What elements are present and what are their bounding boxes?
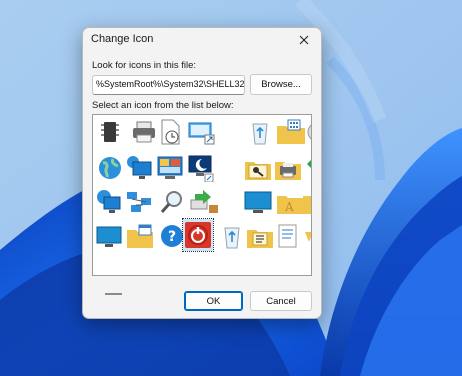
folder-search-icon[interactable]: [241, 153, 275, 183]
power-icon[interactable]: [182, 218, 214, 252]
shortcut-window-icon[interactable]: [185, 117, 219, 147]
globe-icon[interactable]: [93, 153, 127, 183]
monitor-blue-icon[interactable]: [241, 187, 275, 217]
partial-icon-1[interactable]: [301, 117, 311, 147]
folder-arrow-icon[interactable]: [185, 187, 219, 217]
folder-window-icon[interactable]: [123, 221, 157, 251]
monitor-icon[interactable]: [93, 221, 127, 251]
look-for-icons-label: Look for icons in this file:: [92, 60, 197, 71]
icon-file-path-input[interactable]: %SystemRoot%\System32\SHELL32.dll: [92, 75, 245, 95]
horizontal-scrollbar-thumb[interactable]: [105, 293, 122, 295]
network-icon[interactable]: [123, 187, 157, 217]
clock-document-icon[interactable]: [153, 117, 187, 147]
control-panel-icon[interactable]: [153, 153, 187, 183]
title-bar[interactable]: Change Icon: [83, 28, 321, 52]
cancel-button[interactable]: Cancel: [250, 291, 312, 311]
partial-icon-3[interactable]: [301, 187, 311, 217]
browse-button[interactable]: Browse...: [250, 74, 312, 95]
network-globe-icon[interactable]: [93, 187, 127, 217]
document-list-icon[interactable]: [271, 221, 305, 251]
svg-text:?: ?: [168, 229, 176, 245]
close-icon: [299, 35, 309, 45]
icon-list[interactable]: A ?: [92, 114, 312, 276]
change-icon-dialog: Change Icon Look for icons in this file:…: [82, 27, 322, 319]
printer-folder-icon[interactable]: [271, 153, 305, 183]
partial-icon-2[interactable]: [301, 153, 311, 183]
sleep-monitor-icon[interactable]: [185, 153, 219, 183]
ok-button[interactable]: OK: [184, 291, 243, 311]
memory-chip-icon[interactable]: [93, 117, 127, 147]
partial-icon-4[interactable]: [301, 221, 311, 251]
svg-text:A: A: [284, 200, 294, 214]
network-computer-icon[interactable]: [123, 153, 157, 183]
icon-file-path-value: %SystemRoot%\System32\SHELL32.dll: [96, 79, 245, 89]
select-icon-label: Select an icon from the list below:: [92, 100, 234, 111]
recycle-bin-icon[interactable]: [243, 117, 277, 147]
magnifier-icon[interactable]: [155, 187, 189, 217]
dialog-title: Change Icon: [91, 33, 154, 45]
close-button[interactable]: [287, 28, 321, 52]
